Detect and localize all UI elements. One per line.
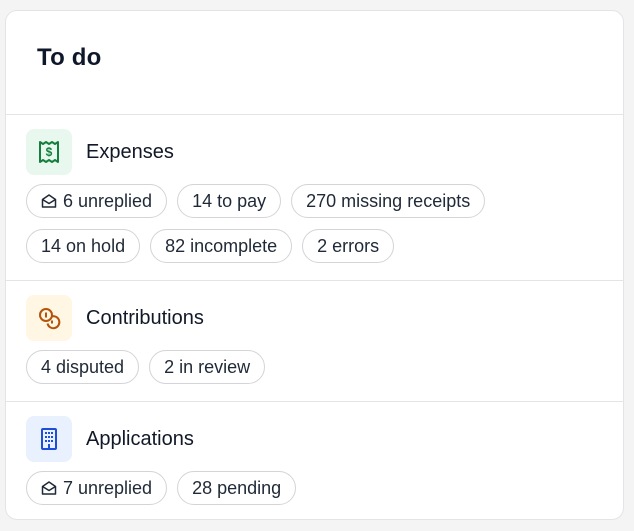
pill-expenses-missing-receipts[interactable]: 270 missing receipts [291, 184, 486, 218]
section-header-expenses: $ Expenses [26, 129, 623, 175]
section-header-applications: Applications [26, 416, 623, 462]
pill-label: 14 to pay [192, 190, 267, 211]
pill-label: 6 unreplied [63, 190, 153, 211]
pill-label: 14 on hold [41, 235, 126, 256]
section-applications: Applications 7 unreplied 28 pending [6, 402, 623, 519]
pill-applications-pending[interactable]: 28 pending [177, 471, 297, 505]
pill-expenses-to-pay[interactable]: 14 to pay [177, 184, 282, 218]
pill-contributions-disputed[interactable]: 4 disputed [26, 350, 140, 384]
pill-contributions-in-review[interactable]: 2 in review [149, 350, 266, 384]
pill-applications-unreplied[interactable]: 7 unreplied [26, 471, 168, 505]
pill-label: 28 pending [192, 477, 282, 498]
pill-row-applications: 7 unreplied 28 pending [26, 471, 586, 505]
section-expenses: $ Expenses 6 unreplied 14 to pay 270 mis… [6, 115, 623, 281]
card-header: To do [6, 11, 623, 115]
section-contributions: Contributions 4 disputed 2 in review [6, 281, 623, 402]
pill-label: 2 errors [317, 235, 380, 256]
pill-expenses-unreplied[interactable]: 6 unreplied [26, 184, 168, 218]
section-title-contributions: Contributions [86, 306, 204, 329]
todo-card: To do $ Expenses 6 unreplied 14 to pay 2… [5, 10, 624, 520]
receipt-dollar-icon: $ [26, 129, 72, 175]
pill-label: 4 disputed [41, 356, 125, 377]
pill-row-contributions: 4 disputed 2 in review [26, 350, 586, 384]
envelope-open-icon [41, 480, 57, 496]
svg-text:$: $ [46, 145, 53, 159]
pill-expenses-on-hold[interactable]: 14 on hold [26, 229, 141, 263]
section-header-contributions: Contributions [26, 295, 623, 341]
pill-label: 82 incomplete [165, 235, 278, 256]
building-icon [26, 416, 72, 462]
pill-label: 270 missing receipts [306, 190, 471, 211]
card-title: To do [37, 44, 102, 71]
pill-label: 7 unreplied [63, 477, 153, 498]
pill-row-expenses: 6 unreplied 14 to pay 270 missing receip… [26, 184, 586, 263]
section-title-applications: Applications [86, 427, 194, 450]
coins-icon [26, 295, 72, 341]
pill-expenses-errors[interactable]: 2 errors [302, 229, 395, 263]
pill-label: 2 in review [164, 356, 251, 377]
envelope-open-icon [41, 193, 57, 209]
pill-expenses-incomplete[interactable]: 82 incomplete [150, 229, 293, 263]
section-title-expenses: Expenses [86, 140, 174, 163]
